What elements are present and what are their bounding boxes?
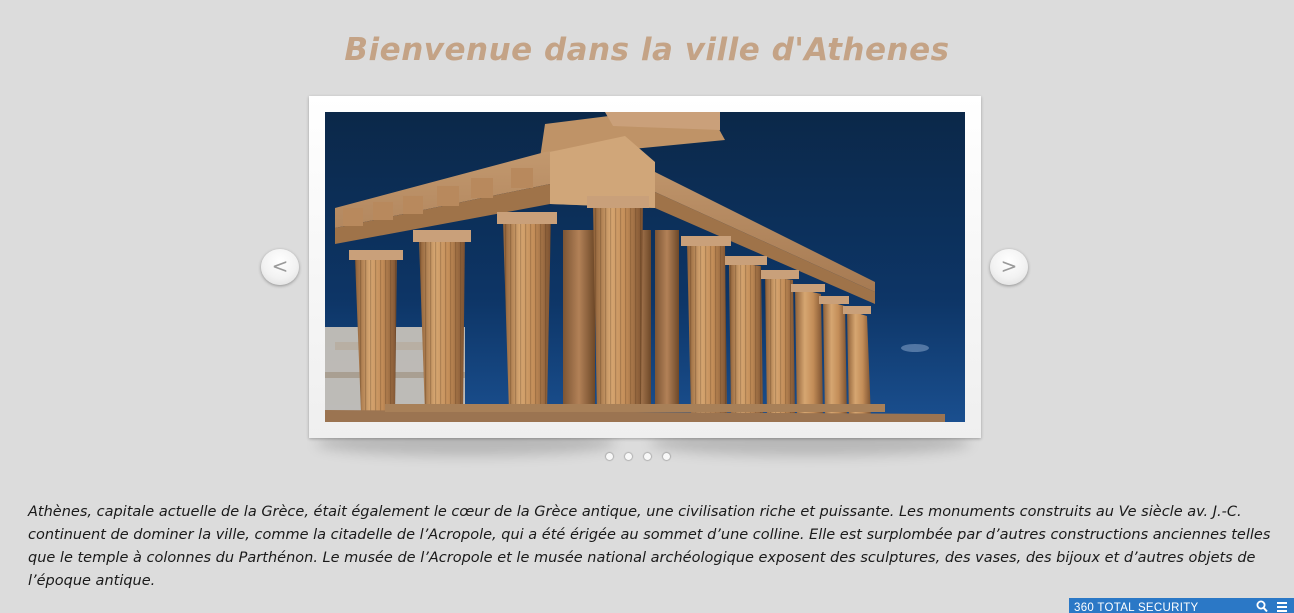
- slider-pagination: [606, 453, 670, 460]
- pagination-dot-4[interactable]: [663, 453, 670, 460]
- pagination-dot-3[interactable]: [644, 453, 651, 460]
- page-title: Bienvenue dans la ville d'Athenes: [344, 32, 950, 68]
- slide-image-parthenon: [325, 112, 965, 422]
- security-toolbar-label: 360 TOTAL SECURITY: [1074, 602, 1199, 613]
- security-toolbar[interactable]: 360 TOTAL SECURITY: [1069, 598, 1294, 613]
- image-slider: [309, 96, 981, 438]
- pagination-dot-1[interactable]: [606, 453, 613, 460]
- pagination-dot-2[interactable]: [625, 453, 632, 460]
- slider-next-button[interactable]: >: [990, 249, 1028, 285]
- search-icon[interactable]: [1256, 600, 1268, 613]
- menu-icon[interactable]: [1276, 602, 1288, 613]
- slider-prev-button[interactable]: <: [261, 249, 299, 285]
- city-description: Athènes, capitale actuelle de la Grèce, …: [28, 504, 1271, 589]
